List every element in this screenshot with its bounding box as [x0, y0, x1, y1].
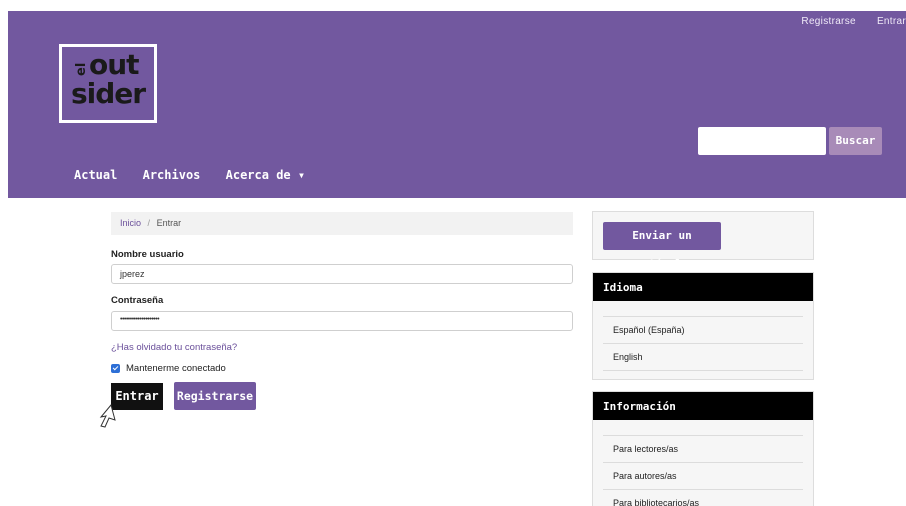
register-link[interactable]: Registrarse: [801, 16, 855, 27]
remember-me[interactable]: Mantenerme conectado: [111, 363, 226, 374]
info-item-readers[interactable]: Para lectores/as: [603, 435, 803, 462]
site-header: Registrarse Entrar el out sider Actual A…: [8, 11, 906, 198]
info-item-authors[interactable]: Para autores/as: [603, 462, 803, 489]
logo-line-1: out: [89, 48, 140, 81]
language-list: Español (España) English: [593, 301, 813, 371]
information-card: Información Para lectores/as Para autore…: [592, 391, 814, 506]
main-nav: Actual Archivos Acerca de ▾: [74, 168, 323, 182]
mouse-pointer-icon: [99, 404, 116, 428]
breadcrumb-current: Entrar: [156, 218, 182, 228]
nav-archivos[interactable]: Archivos: [143, 168, 201, 182]
breadcrumb-separator: /: [147, 218, 151, 228]
info-item-librarians[interactable]: Para bibliotecarios/as: [603, 489, 803, 506]
nav-actual[interactable]: Actual: [74, 168, 117, 182]
language-title: Idioma: [593, 273, 813, 301]
username-label: Nombre usuario: [111, 249, 184, 260]
register-button[interactable]: Registrarse: [174, 382, 256, 410]
username-field[interactable]: jperez: [111, 264, 573, 284]
forgot-password-link[interactable]: ¿Has olvidado tu contraseña?: [111, 342, 237, 353]
language-item-es[interactable]: Español (España): [603, 316, 803, 343]
breadcrumb-home-link[interactable]: Inicio: [120, 218, 141, 228]
nav-acerca-de-dropdown[interactable]: Acerca de ▾: [226, 168, 305, 182]
search-input[interactable]: [698, 127, 826, 155]
submit-article-button[interactable]: Enviar un artículo: [603, 222, 721, 270]
logo-prefix: el: [74, 62, 89, 76]
language-card: Idioma Español (España) English: [592, 272, 814, 380]
search-button[interactable]: Buscar: [829, 127, 882, 155]
site-logo[interactable]: el out sider: [59, 44, 157, 123]
submit-card: Enviar un artículo: [592, 211, 814, 270]
information-list: Para lectores/as Para autores/as Para bi…: [593, 420, 813, 506]
language-item-en[interactable]: English: [603, 343, 803, 371]
remember-me-checkbox[interactable]: [111, 364, 120, 373]
password-field[interactable]: ••••••••••••••••••••: [111, 311, 573, 331]
user-nav: Registrarse Entrar: [783, 16, 906, 27]
password-label: Contraseña: [111, 295, 164, 306]
login-link[interactable]: Entrar: [877, 16, 906, 27]
breadcrumb: Inicio / Entrar: [111, 212, 573, 235]
information-title: Información: [593, 392, 813, 420]
remember-me-label: Mantenerme conectado: [126, 363, 226, 374]
logo-line-2: sider: [71, 77, 146, 110]
